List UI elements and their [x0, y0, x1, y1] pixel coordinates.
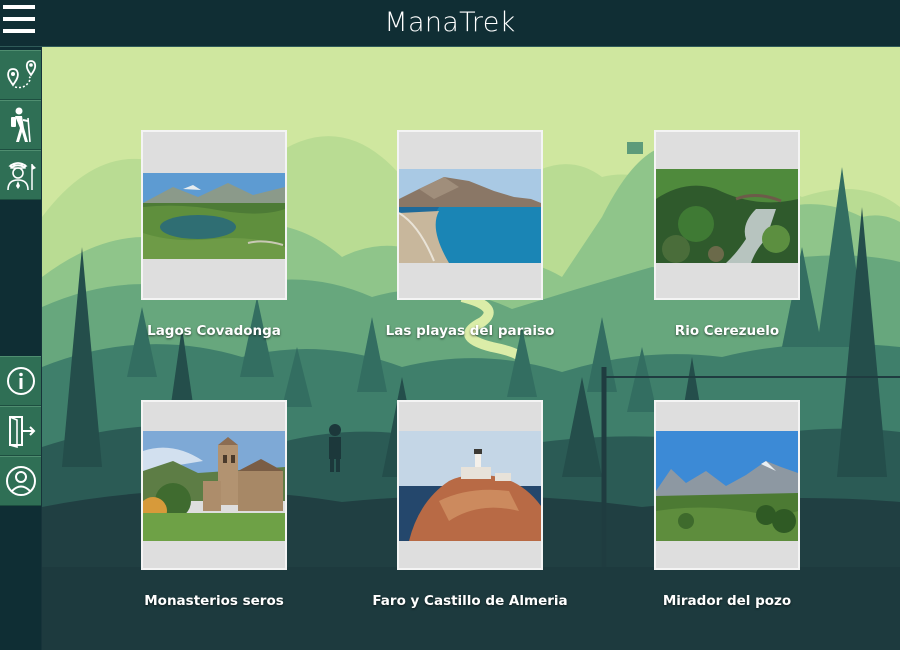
user-profile-icon: [5, 466, 36, 496]
route-pins-icon: [6, 60, 36, 89]
place-label[interactable]: Las playas del paraiso: [360, 323, 580, 339]
app-header: ManaTrek: [0, 0, 900, 47]
app-title: ManaTrek: [384, 7, 516, 38]
sidebar-item-info[interactable]: [0, 356, 41, 406]
sidebar-item-hiking[interactable]: [0, 100, 41, 150]
place-card-monasterios-seros[interactable]: [141, 400, 287, 570]
place-label[interactable]: Monasterios seros: [104, 593, 324, 609]
place-photo-lake: [143, 173, 285, 259]
place-photo-monastery: [143, 431, 285, 541]
sidebar-item-logout[interactable]: [0, 406, 41, 456]
place-card-rio-cerezuelo[interactable]: [654, 130, 800, 300]
hiker-icon: [10, 107, 31, 143]
place-photo-mountain-view: [656, 431, 798, 541]
sidebar-item-guide[interactable]: [0, 150, 41, 200]
place-label[interactable]: Rio Cerezuelo: [617, 323, 837, 339]
place-photo-beach: [399, 169, 541, 263]
place-card-mirador-del-pozo[interactable]: [654, 400, 800, 570]
sidebar: [0, 47, 41, 650]
place-photo-lighthouse: [399, 431, 541, 541]
place-card-faro-y-castillo-de-almeria[interactable]: [397, 400, 543, 570]
place-card-lagos-covadonga[interactable]: [141, 130, 287, 300]
sidebar-item-route-map[interactable]: [0, 50, 41, 100]
place-card-las-playas-del-paraiso[interactable]: [397, 130, 543, 300]
guide-person-icon: [6, 162, 36, 191]
sidebar-item-profile[interactable]: [0, 456, 41, 506]
place-photo-river: [656, 169, 798, 263]
place-label[interactable]: Lagos Covadonga: [104, 323, 324, 339]
place-label[interactable]: Faro y Castillo de Almeria: [360, 593, 580, 609]
place-label[interactable]: Mirador del pozo: [617, 593, 837, 609]
exit-door-icon: [8, 416, 35, 448]
hamburger-menu-icon[interactable]: [3, 3, 35, 39]
info-icon: [6, 367, 35, 395]
